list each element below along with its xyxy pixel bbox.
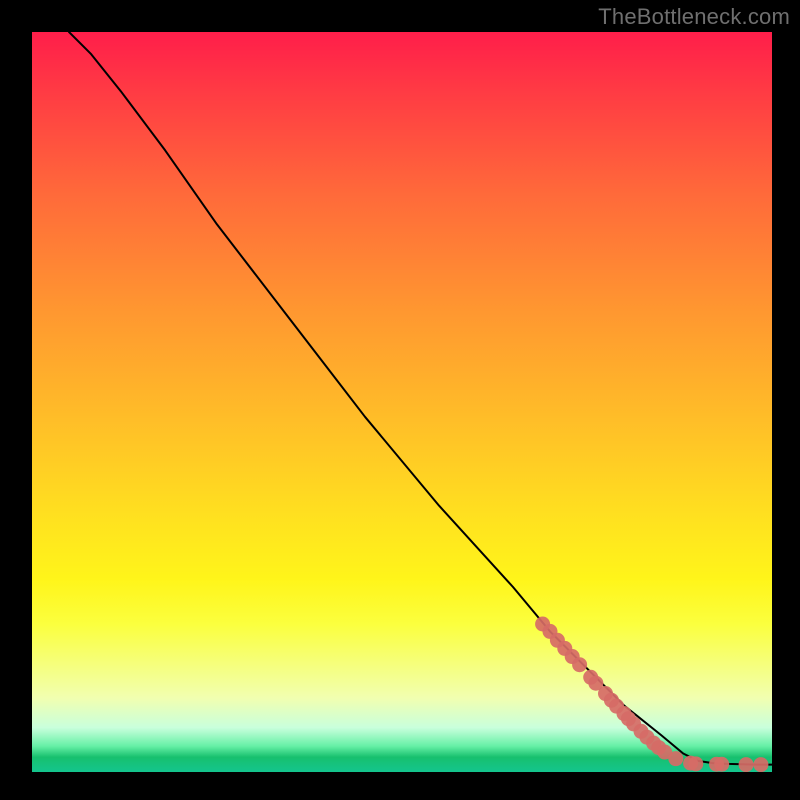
data-point: [753, 757, 768, 772]
bottleneck-curve: [69, 32, 772, 765]
plot-area: [32, 32, 772, 772]
data-point: [572, 657, 587, 672]
data-point: [668, 751, 683, 766]
data-point: [688, 756, 703, 771]
watermark-text: TheBottleneck.com: [598, 4, 790, 30]
data-point: [714, 757, 729, 772]
highlighted-data-points: [535, 617, 768, 773]
chart-frame: TheBottleneck.com: [0, 0, 800, 800]
plot-overlay: [32, 32, 772, 772]
data-point: [739, 757, 754, 772]
